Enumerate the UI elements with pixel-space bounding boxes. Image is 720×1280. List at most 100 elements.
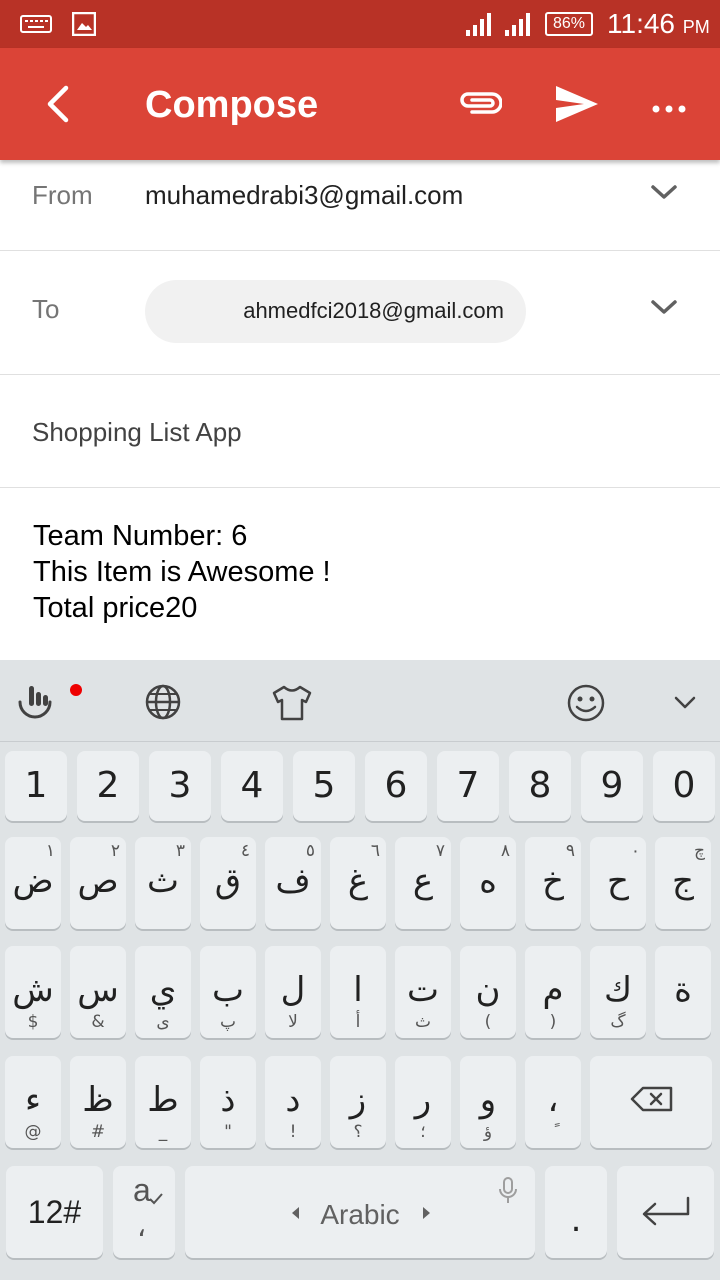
body-line: This Item is Awesome !	[33, 556, 331, 588]
letter-key[interactable]: ف٥	[265, 837, 321, 929]
number-key[interactable]: 3	[149, 751, 211, 821]
letter-key[interactable]: ظ #	[70, 1056, 126, 1148]
language-key[interactable]: a ،	[113, 1166, 175, 1258]
globe-icon[interactable]	[144, 683, 182, 726]
letter-key[interactable]: ة	[655, 946, 711, 1038]
symbols-key[interactable]: 12#	[6, 1166, 103, 1258]
number-key-label: 5	[312, 765, 336, 806]
signal-icon	[505, 12, 531, 41]
letter-key[interactable]: بپ	[200, 946, 256, 1038]
letter-key-sublabel: ٥	[305, 841, 315, 861]
number-key[interactable]: 4	[221, 751, 283, 821]
letter-key[interactable]: وؤ	[460, 1056, 516, 1148]
attach-icon[interactable]	[458, 88, 503, 123]
letter-key[interactable]: ض١	[5, 837, 61, 929]
letter-key-sublabel: ٩	[565, 841, 575, 861]
touchpal-icon[interactable]	[16, 682, 56, 727]
letter-key-sublabel: ؟	[353, 1122, 363, 1142]
number-key-label: 1	[24, 765, 48, 806]
letter-key-label: ز	[349, 1080, 367, 1120]
letter-key[interactable]: جچ	[655, 837, 711, 929]
space-bar[interactable]: Arabic	[185, 1166, 535, 1258]
letter-key[interactable]: ث٣	[135, 837, 191, 929]
enter-key[interactable]	[617, 1166, 714, 1258]
keyboard-toolbar	[0, 660, 720, 742]
letter-key[interactable]: م)	[525, 946, 581, 1038]
number-key[interactable]: 9	[581, 751, 643, 821]
letter-key-label: خ	[542, 861, 564, 901]
letter-key[interactable]: ص٢	[70, 837, 126, 929]
number-key-label: 6	[384, 765, 408, 806]
microphone-icon	[497, 1176, 519, 1211]
backspace-icon	[630, 1086, 674, 1117]
letter-key-label: ا	[353, 970, 363, 1010]
status-bar: 86% 11:46 PM	[0, 0, 720, 48]
subject-row[interactable]: Shopping List App	[0, 375, 720, 488]
letter-key[interactable]: غ٦	[330, 837, 386, 929]
from-label: From	[32, 180, 93, 210]
letter-key[interactable]: ل لا	[265, 946, 321, 1038]
from-row[interactable]: From muhamedrabi3@gmail.com	[0, 160, 720, 251]
number-key[interactable]: 7	[437, 751, 499, 821]
back-arrow-icon[interactable]	[40, 84, 74, 129]
chevron-down-icon[interactable]	[650, 297, 678, 322]
letter-key-label: ظ	[82, 1080, 114, 1120]
number-key[interactable]: 0	[653, 751, 715, 821]
from-value[interactable]: muhamedrabi3@gmail.com	[145, 180, 463, 211]
letter-key[interactable]: د!	[265, 1056, 321, 1148]
number-key-label: 0	[672, 765, 696, 806]
image-icon	[71, 11, 97, 41]
number-key[interactable]: 8	[509, 751, 571, 821]
letter-key[interactable]: ق٤	[200, 837, 256, 929]
chevron-down-icon[interactable]	[650, 182, 678, 207]
letter-key-sublabel: ٦	[370, 841, 380, 861]
letter-key[interactable]: ش $	[5, 946, 61, 1038]
letter-key[interactable]: كگ	[590, 946, 646, 1038]
letter-key-sublabel: گ	[610, 1012, 626, 1032]
letter-key[interactable]: ذ "	[200, 1056, 256, 1148]
letter-key[interactable]: ،ً	[525, 1056, 581, 1148]
letter-key-label: ش	[12, 970, 54, 1010]
body-field[interactable]: Team Number: 6 This Item is Awesome ! To…	[33, 518, 331, 626]
battery-level: 86%	[552, 15, 586, 32]
send-icon[interactable]	[554, 84, 600, 129]
keyboard-icon	[20, 13, 52, 40]
emoji-icon[interactable]	[566, 683, 606, 728]
number-key[interactable]: 5	[293, 751, 355, 821]
letter-key[interactable]: خ٩	[525, 837, 581, 929]
more-vert-icon[interactable]	[652, 100, 686, 118]
subject-field[interactable]: Shopping List App	[32, 417, 242, 448]
caret-right-icon	[421, 1206, 431, 1225]
letter-key[interactable]: ن(	[460, 946, 516, 1038]
letter-key[interactable]: تث	[395, 946, 451, 1038]
enter-icon	[641, 1196, 691, 1233]
letter-key[interactable]: ر ؛	[395, 1056, 451, 1148]
backspace-key[interactable]	[590, 1056, 712, 1148]
language-key-sub: ،	[137, 1210, 147, 1243]
letter-key[interactable]: ه٨	[460, 837, 516, 929]
letter-key-sublabel: &	[91, 1012, 105, 1032]
number-key[interactable]: 1	[5, 751, 67, 821]
letter-key[interactable]: ط _	[135, 1056, 191, 1148]
collapse-chevron-icon[interactable]	[674, 696, 696, 715]
letter-key[interactable]: ز ؟	[330, 1056, 386, 1148]
letter-key[interactable]: ء @	[5, 1056, 61, 1148]
recipient-email: ahmedfci2018@gmail.com	[243, 298, 504, 323]
letter-key[interactable]: س &	[70, 946, 126, 1038]
letter-key-label: ج	[672, 861, 694, 901]
letter-key[interactable]: يى	[135, 946, 191, 1038]
recipient-chip[interactable]: ahmedfci2018@gmail.com	[145, 280, 526, 343]
letter-key-label: ه	[479, 861, 497, 901]
letter-key-sublabel: چ	[694, 841, 705, 861]
number-key[interactable]: 6	[365, 751, 427, 821]
app-bar: Compose	[0, 48, 720, 160]
period-key[interactable]: .	[545, 1166, 607, 1258]
letter-key[interactable]: ع٧	[395, 837, 451, 929]
letter-key[interactable]: ح٠	[590, 837, 646, 929]
letter-key-label: ب	[211, 970, 244, 1010]
letter-key-label: ط	[147, 1080, 179, 1120]
letter-key[interactable]: اأ	[330, 946, 386, 1038]
letter-key-sublabel: ٨	[500, 841, 510, 861]
number-key[interactable]: 2	[77, 751, 139, 821]
theme-shirt-icon[interactable]	[270, 684, 314, 727]
